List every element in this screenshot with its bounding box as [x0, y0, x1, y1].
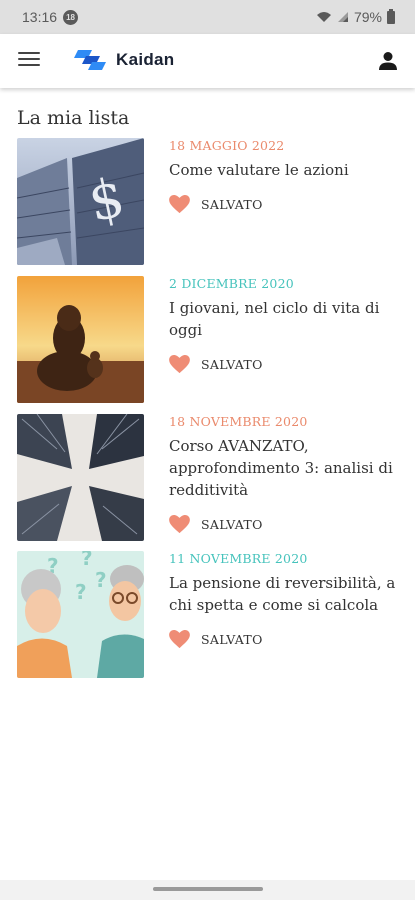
wifi-icon: [316, 12, 331, 22]
signal-icon: [337, 12, 348, 22]
svg-text:?: ?: [75, 580, 87, 604]
menu-icon[interactable]: [18, 52, 40, 70]
profile-icon[interactable]: [377, 50, 399, 72]
kaidan-logo-icon: [74, 50, 106, 70]
list-item[interactable]: ??? ?? 11 NOVEMBRE 2020 La pensione di r…: [17, 551, 402, 678]
brand-logo[interactable]: Kaidan: [74, 46, 174, 74]
heart-icon: [169, 630, 190, 649]
save-toggle[interactable]: SALVATO: [169, 630, 399, 649]
article-date: 2 DICEMBRE 2020: [169, 276, 294, 291]
heart-icon: [169, 195, 190, 214]
article-thumbnail[interactable]: [17, 276, 144, 403]
article-thumbnail[interactable]: $: [17, 138, 144, 265]
article-thumbnail[interactable]: [17, 414, 144, 541]
app-bar: Kaidan: [0, 34, 415, 88]
brand-name: Kaidan: [116, 50, 175, 69]
svg-text:?: ?: [81, 551, 93, 570]
status-bar: 13:16 18 79%: [0, 0, 415, 34]
save-toggle[interactable]: SALVATO: [169, 515, 399, 534]
article-title[interactable]: I giovani, nel ciclo di vita di oggi: [169, 297, 399, 341]
save-toggle[interactable]: SALVATO: [169, 355, 399, 374]
article-date: 18 NOVEMBRE 2020: [169, 414, 308, 429]
article-title[interactable]: Corso AVANZATO, approfondimento 3: anali…: [169, 435, 399, 501]
list-item[interactable]: $ 18 MAGGIO 2022 Come valutare le azioni…: [17, 138, 402, 265]
saved-label: SALVATO: [201, 197, 263, 212]
heart-icon: [169, 355, 190, 374]
article-title[interactable]: Come valutare le azioni: [169, 159, 399, 181]
status-time: 13:16: [22, 9, 58, 25]
battery-icon: [387, 8, 395, 24]
article-date: 18 MAGGIO 2022: [169, 138, 285, 153]
svg-text:?: ?: [95, 568, 107, 592]
article-thumbnail[interactable]: ??? ??: [17, 551, 144, 678]
page-title: La mia lista: [17, 107, 130, 129]
list-item[interactable]: 18 NOVEMBRE 2020 Corso AVANZATO, approfo…: [17, 414, 402, 541]
saved-label: SALVATO: [201, 517, 263, 532]
saved-label: SALVATO: [201, 357, 263, 372]
heart-icon: [169, 515, 190, 534]
article-title[interactable]: La pensione di reversibilità, a chi spet…: [169, 572, 399, 616]
notification-badge: 18: [63, 9, 79, 25]
article-date: 11 NOVEMBRE 2020: [169, 551, 308, 566]
saved-label: SALVATO: [201, 632, 263, 647]
save-toggle[interactable]: SALVATO: [169, 195, 399, 214]
battery-percent: 79%: [353, 9, 382, 25]
system-nav-bar: [0, 880, 415, 900]
list-item[interactable]: 2 DICEMBRE 2020 I giovani, nel ciclo di …: [17, 276, 402, 403]
home-gesture-handle[interactable]: [153, 887, 263, 891]
